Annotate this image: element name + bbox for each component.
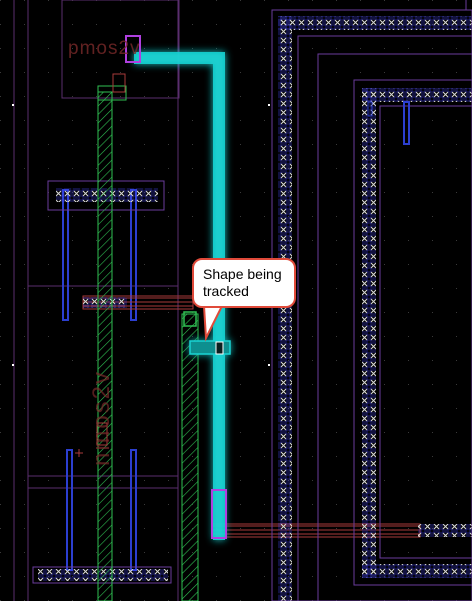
callout-tail [202,306,224,342]
callout-shape-being-tracked: Shape being tracked [192,258,296,308]
tracked-shape-marker[interactable] [215,341,224,355]
nmos-label: nmos2v [88,369,115,466]
diffusion-strip [97,91,113,601]
pmos-label: pmos2v [68,38,141,59]
diffusion-strip-2 [181,313,199,601]
